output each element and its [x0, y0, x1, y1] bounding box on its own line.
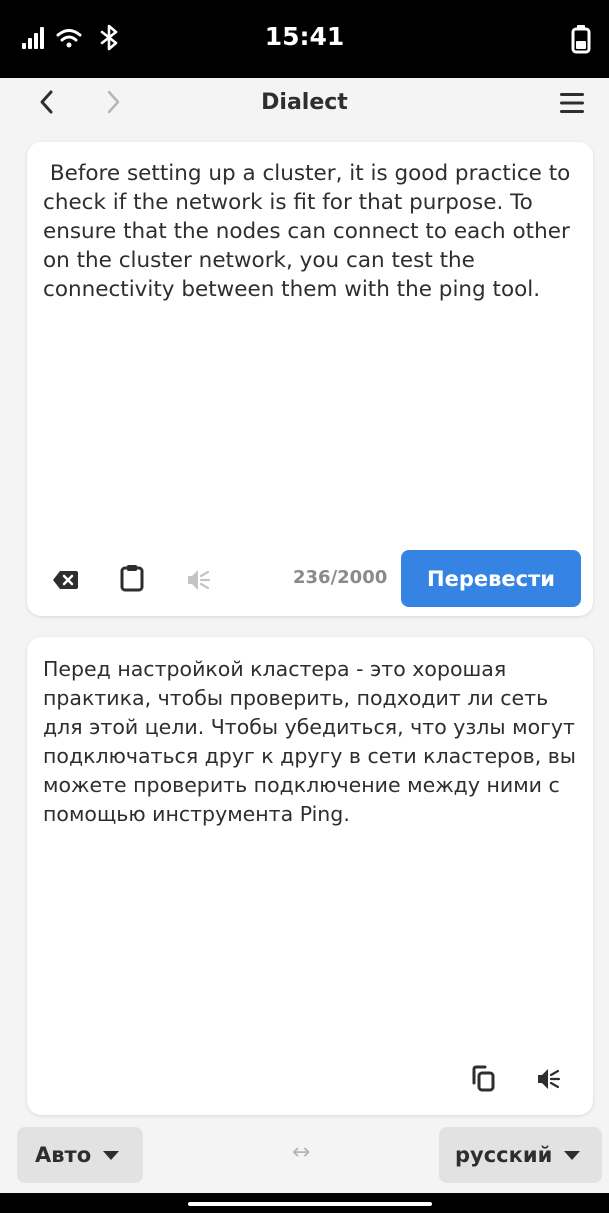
- copy-button[interactable]: [468, 1064, 498, 1094]
- listen-translation-button[interactable]: [534, 1064, 564, 1094]
- home-bar: [0, 1193, 609, 1213]
- caret-down-icon: [103, 1150, 120, 1160]
- copy-icon: [472, 1065, 495, 1092]
- source-text-input[interactable]: Before setting up a cluster, it is good …: [43, 159, 577, 304]
- home-indicator[interactable]: [188, 1202, 432, 1206]
- status-bar: 15:41: [0, 0, 609, 78]
- source-language-select[interactable]: Авто: [17, 1127, 143, 1183]
- swap-languages-button[interactable]: ↔: [292, 1140, 310, 1165]
- paste-button[interactable]: [117, 563, 147, 593]
- speaker-icon: [188, 570, 211, 590]
- source-text-card: Before setting up a cluster, it is good …: [27, 142, 593, 616]
- translation-card: Перед настройкой кластера - это хорошая …: [27, 637, 593, 1115]
- clipboard-paste-icon: [120, 565, 144, 592]
- menu-button[interactable]: [558, 91, 586, 115]
- speaker-icon: [538, 1069, 561, 1089]
- status-time: 15:41: [264, 22, 345, 51]
- character-counter: 236/2000: [293, 567, 388, 588]
- listen-source-button[interactable]: [184, 565, 214, 595]
- backspace-clear-icon: [53, 571, 78, 589]
- source-language-label: Авто: [35, 1143, 92, 1167]
- target-language-label: русский: [455, 1143, 553, 1167]
- header-bar: Dialect: [0, 78, 609, 128]
- target-language-select[interactable]: русский: [439, 1127, 602, 1183]
- translation-text: Перед настройкой кластера - это хорошая …: [43, 657, 583, 826]
- battery-icon: [571, 24, 591, 58]
- caret-down-icon: [564, 1150, 581, 1160]
- hamburger-menu-icon: [560, 93, 584, 113]
- clear-button[interactable]: [51, 565, 81, 595]
- page-title: Dialect: [261, 90, 348, 115]
- translate-button[interactable]: Перевести: [401, 550, 581, 607]
